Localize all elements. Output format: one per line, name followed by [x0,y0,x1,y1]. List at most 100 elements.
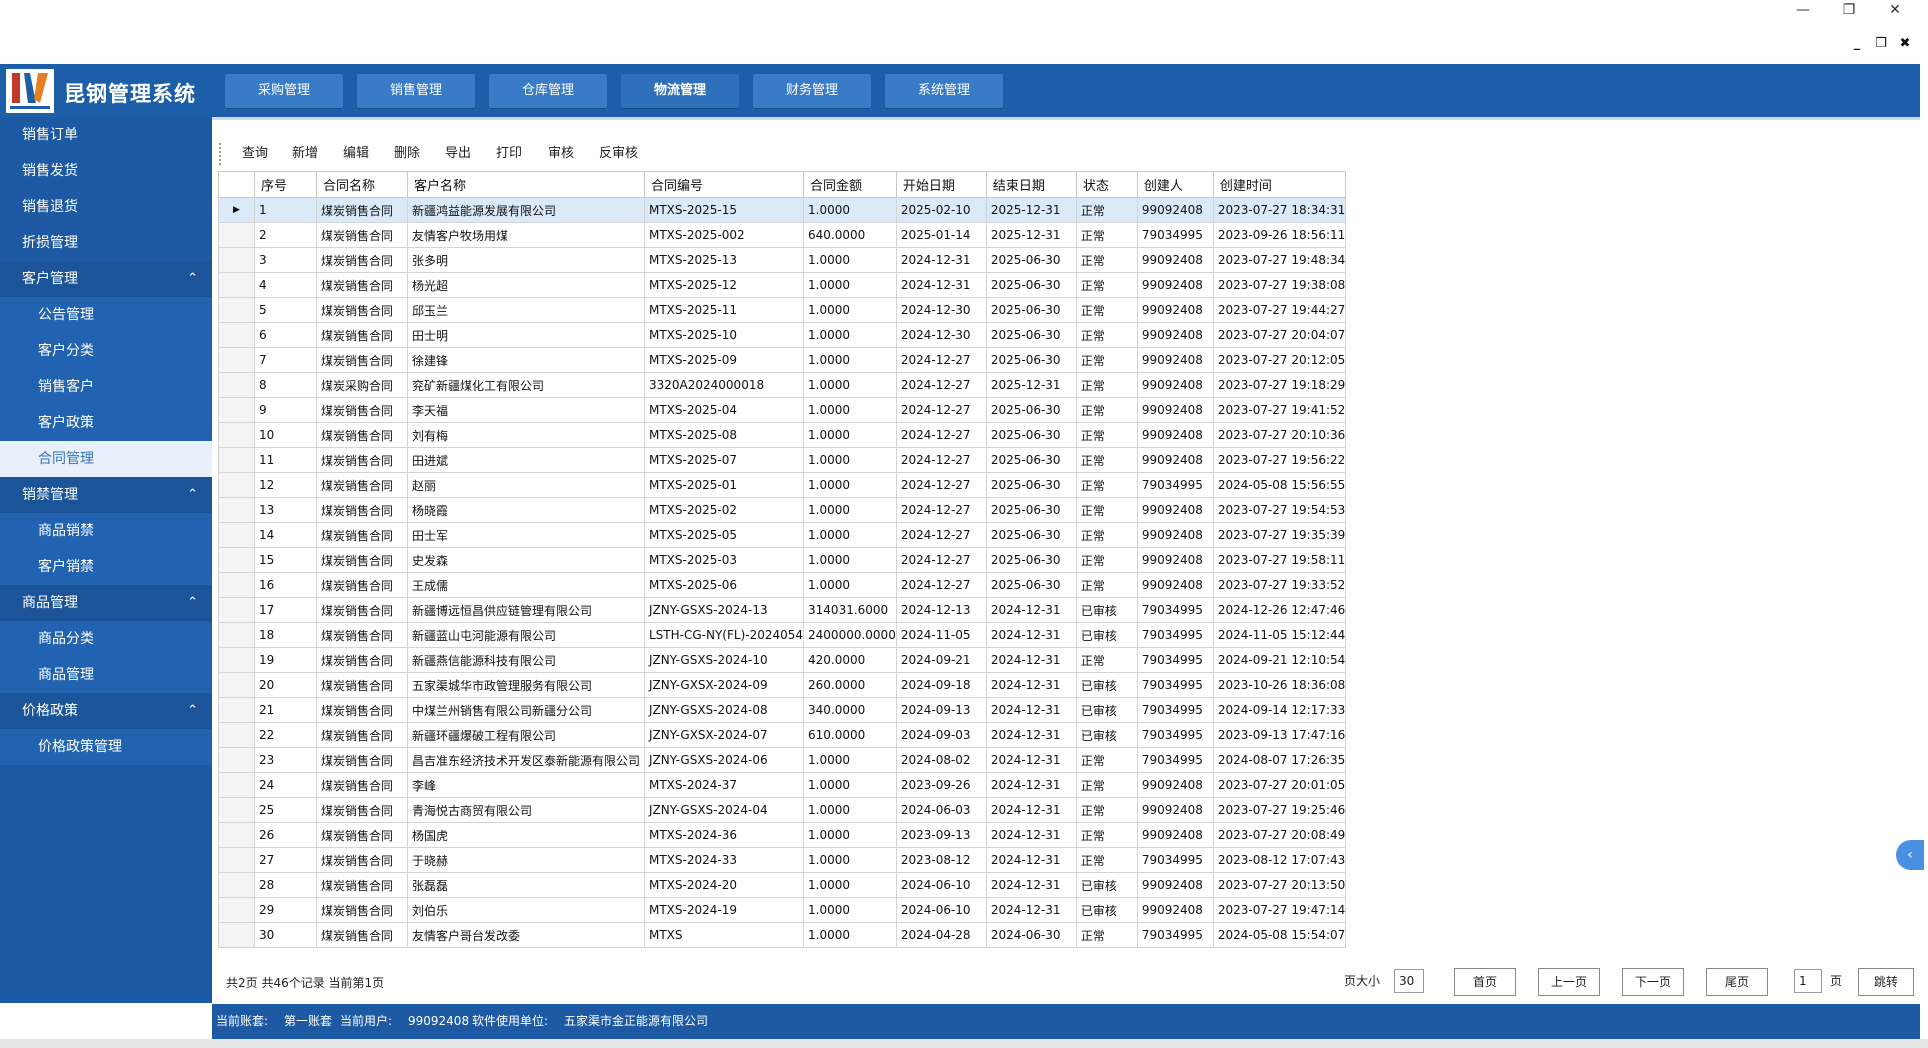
table-cell[interactable]: 新疆博远恒昌供应链管理有限公司 [407,597,645,623]
table-cell[interactable]: 2024-06-10 [895,872,987,898]
table-cell[interactable]: 99092408 [1136,497,1214,523]
table-cell[interactable]: 李峰 [407,772,645,798]
table-cell[interactable]: 2024-11-05 [895,622,987,648]
table-row[interactable]: 23 煤炭销售合同 昌吉准东经济技术开发区泰新能源有限公司 JZNY-GSXS-202… [218,747,1347,773]
table-cell[interactable]: 友情客户哥台发改委 [407,922,645,948]
table-cell[interactable]: 17 [254,597,317,623]
table-cell[interactable]: 2024-05-08 15:56:55 [1212,472,1347,498]
table-cell[interactable]: 煤炭销售合同 [316,247,408,273]
table-cell[interactable]: 2023-10-26 18:36:08 [1212,672,1347,698]
table-row[interactable]: 6 煤炭销售合同 田士明 MTXS-2025-10 1.0000 2024-12-30 20… [218,322,1347,348]
table-cell[interactable]: 2023-07-27 19:35:39 [1212,522,1347,548]
table-cell[interactable]: 煤炭销售合同 [316,622,408,648]
table-cell[interactable]: 煤炭销售合同 [316,347,408,373]
table-cell[interactable]: 刘伯乐 [407,897,645,923]
table-cell[interactable]: 314031.6000 [803,597,897,623]
table-cell[interactable]: 99092408 [1136,297,1214,323]
table-cell[interactable]: MTXS-2025-08 [643,422,805,448]
table-cell[interactable]: MTXS-2025-01 [643,472,805,498]
table-cell[interactable]: 2024-12-31 [985,647,1077,673]
table-cell[interactable]: 煤炭销售合同 [316,922,408,948]
app-close-icon[interactable]: ✖ [1894,34,1916,54]
table-cell[interactable]: 2024-06-03 [895,797,987,823]
export-button[interactable]: 导出 [445,140,471,168]
row-header-cell[interactable] [218,572,255,598]
row-header-cell[interactable] [218,747,255,773]
table-cell[interactable]: 79034995 [1136,697,1214,723]
table-cell[interactable]: 2024-12-31 [985,697,1077,723]
table-cell[interactable]: MTXS [643,922,805,948]
row-pointer-icon[interactable]: ▶ [218,197,255,223]
table-cell[interactable]: 田士明 [407,322,645,348]
table-cell[interactable]: 30 [254,922,317,948]
table-cell[interactable]: 1.0000 [803,347,897,373]
table-cell[interactable]: 99092408 [1136,197,1214,223]
column-header[interactable]: 创建时间 [1212,171,1347,198]
table-row[interactable]: 30 煤炭销售合同 友情客户哥台发改委 MTXS 1.0000 2024-04-28 202… [218,922,1347,948]
table-cell[interactable]: 正常 [1075,347,1138,373]
table-cell[interactable]: MTXS-2025-12 [643,272,805,298]
table-cell[interactable]: 五家渠城华市政管理服务有限公司 [407,672,645,698]
table-cell[interactable]: 1.0000 [803,822,897,848]
table-cell[interactable]: 1.0000 [803,872,897,898]
sidebar-group-sales-ban[interactable]: 销禁管理 ⌃ [0,477,212,513]
table-cell[interactable]: 2023-07-27 20:08:49 [1212,822,1347,848]
table-cell[interactable]: 2024-12-31 [985,672,1077,698]
table-cell[interactable]: 煤炭销售合同 [316,897,408,923]
sidebar-group-product[interactable]: 商品管理 ⌃ [0,585,212,621]
table-row[interactable]: 15 煤炭销售合同 史发森 MTXS-2025-03 1.0000 2024-12-27 2… [218,547,1347,573]
table-cell[interactable]: 10 [254,422,317,448]
tab-logistics[interactable]: 物流管理 [621,74,739,108]
table-cell[interactable]: 13 [254,497,317,523]
table-cell[interactable]: 15 [254,547,317,573]
table-cell[interactable]: 2025-06-30 [985,472,1077,498]
table-cell[interactable]: 2025-06-30 [985,422,1077,448]
table-cell[interactable]: 2025-06-30 [985,547,1077,573]
table-row[interactable]: 18 煤炭销售合同 新疆蓝山屯河能源有限公司 LSTH-CG-NY(FL)-20240… [218,622,1347,648]
table-cell[interactable]: MTXS-2024-37 [643,772,805,798]
row-header-cell[interactable] [218,597,255,623]
table-cell[interactable]: 正常 [1075,847,1138,873]
table-cell[interactable]: 99092408 [1136,322,1214,348]
print-button[interactable]: 打印 [496,140,522,168]
table-cell[interactable]: 2024-12-27 [895,547,987,573]
table-cell[interactable]: 正常 [1075,472,1138,498]
table-cell[interactable]: 99092408 [1136,347,1214,373]
table-cell[interactable]: MTXS-2025-10 [643,322,805,348]
table-cell[interactable]: 2024-12-27 [895,397,987,423]
restore-icon[interactable]: ❐ [1826,0,1872,20]
table-cell[interactable]: 1.0000 [803,897,897,923]
table-row[interactable]: 8 煤炭采购合同 兖矿新疆煤化工有限公司 3320A2024000018 1.0000 2… [218,372,1347,398]
table-cell[interactable]: 2024-12-31 [895,247,987,273]
table-cell[interactable]: 2023-07-27 19:41:52 [1212,397,1347,423]
table-cell[interactable]: 煤炭销售合同 [316,197,408,223]
table-cell[interactable]: 2024-09-14 12:17:33 [1212,697,1347,723]
table-cell[interactable]: 2023-07-27 19:48:34 [1212,247,1347,273]
table-cell[interactable]: MTXS-2024-36 [643,822,805,848]
column-header[interactable]: 客户名称 [407,171,645,198]
table-cell[interactable]: 2024-12-26 12:47:46 [1212,597,1347,623]
table-cell[interactable]: 27 [254,847,317,873]
sidebar-group-price-policy[interactable]: 价格政策 ⌃ [0,693,212,729]
table-cell[interactable]: 1.0000 [803,772,897,798]
table-cell[interactable]: 2024-12-31 [985,622,1077,648]
sidebar-item-product-category[interactable]: 商品分类 [0,621,212,657]
row-header-cell[interactable] [218,272,255,298]
table-cell[interactable]: 2025-06-30 [985,572,1077,598]
column-header[interactable]: 合同金额 [803,171,897,198]
table-cell[interactable]: 2023-08-12 17:07:43 [1212,847,1347,873]
sidebar-item-announcement[interactable]: 公告管理 [0,297,212,333]
table-cell[interactable]: 1 [254,197,317,223]
row-header-cell[interactable] [218,297,255,323]
table-cell[interactable]: 29 [254,897,317,923]
table-cell[interactable]: 正常 [1075,372,1138,398]
minimize-icon[interactable]: — [1780,0,1826,20]
table-cell[interactable]: 煤炭销售合同 [316,297,408,323]
table-cell[interactable]: 2023-07-27 19:56:22 [1212,447,1347,473]
table-cell[interactable]: 田进斌 [407,447,645,473]
table-cell[interactable]: MTXS-2024-20 [643,872,805,898]
row-header-cell[interactable] [218,772,255,798]
table-cell[interactable]: 正常 [1075,197,1138,223]
table-cell[interactable]: 煤炭销售合同 [316,697,408,723]
table-cell[interactable]: 正常 [1075,297,1138,323]
